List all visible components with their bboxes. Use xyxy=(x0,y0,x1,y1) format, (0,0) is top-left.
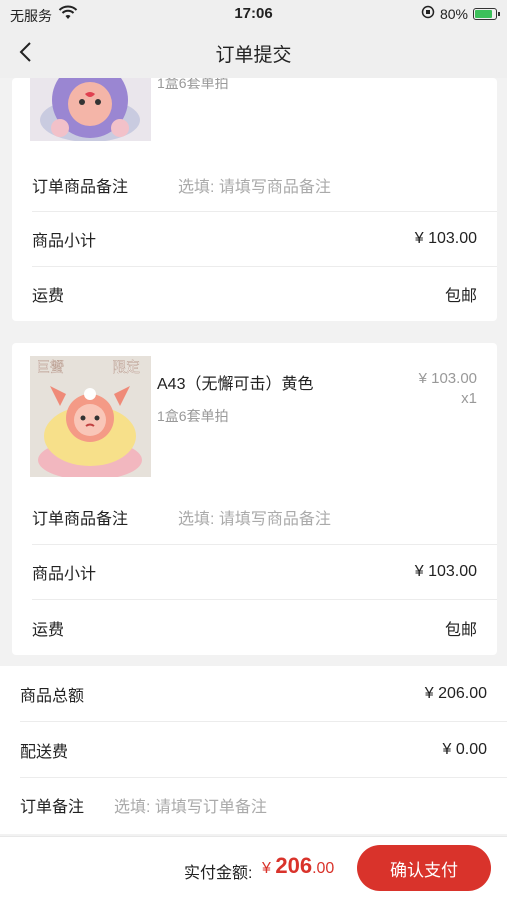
subtotal-label: 商品小计 xyxy=(32,232,97,250)
product-image[interactable]: 巨蟹 限定 xyxy=(30,356,151,477)
shipping-row: 运费 包邮 xyxy=(12,266,497,321)
product-name: A43（无懈可击）黄色 xyxy=(157,376,314,393)
product-note-input[interactable]: 选填: 请填写商品备注 xyxy=(178,505,331,529)
delivery-row: 配送费 ¥ 0.00 xyxy=(0,722,507,777)
subtotal-value: ¥ 103.00 xyxy=(414,562,477,580)
pay-amount-decimal: .00 xyxy=(312,860,335,877)
nav-bar: 订单提交 xyxy=(0,28,507,78)
order-summary: 商品总额 ¥ 206.00 配送费 ¥ 0.00 订单备注 选填: 请填写订单备… xyxy=(0,666,507,834)
status-bar: 无服务 17:06 80% xyxy=(0,0,507,28)
page-title: 订单提交 xyxy=(215,45,292,66)
subtotal-label: 商品小计 xyxy=(32,565,97,583)
product-note-label: 订单商品备注 xyxy=(32,510,129,528)
orientation-lock-icon xyxy=(421,5,435,22)
pay-currency: ¥ xyxy=(262,860,271,877)
shipping-value: 包邮 xyxy=(444,287,477,305)
total-row: 商品总额 ¥ 206.00 xyxy=(0,666,507,721)
image-text-left: 巨蟹 xyxy=(36,360,64,376)
product-price: ¥ 103.00 xyxy=(418,370,477,387)
shipping-row: 运费 包邮 xyxy=(12,600,497,655)
product-image[interactable] xyxy=(30,78,151,141)
product-note-row[interactable]: 订单商品备注 选填: 请填写商品备注 xyxy=(12,157,497,212)
product-note-row[interactable]: 订单商品备注 选填: 请填写商品备注 xyxy=(12,489,497,544)
total-value: ¥ 206.00 xyxy=(424,684,487,702)
confirm-pay-button[interactable]: 确认支付 xyxy=(357,845,491,891)
order-remark-row[interactable]: 订单备注 选填: 请填写订单备注 xyxy=(0,777,507,832)
product-card-2: 巨蟹 限定 A43（无懈可击）黄色 1盒6套单拍 ¥ 103.00 x1 订单商… xyxy=(12,343,497,655)
pay-amount: ¥ 206.00 xyxy=(262,853,334,879)
subtotal-row: 商品小计 ¥ 103.00 xyxy=(12,544,497,599)
product-note-input[interactable]: 选填: 请填写商品备注 xyxy=(178,173,331,197)
product-spec: 1盒6套单拍 xyxy=(157,408,229,424)
delivery-value: ¥ 0.00 xyxy=(442,740,487,758)
shipping-label: 运费 xyxy=(32,287,65,305)
checkout-bar: 实付金额: ¥ 206.00 确认支付 xyxy=(0,836,507,900)
shipping-label: 运费 xyxy=(32,621,65,639)
subtotal-row: 商品小计 ¥ 103.00 xyxy=(12,211,497,266)
product-card-1: 1盒6套单拍 订单商品备注 选填: 请填写商品备注 商品小计 ¥ 103.00 … xyxy=(12,78,497,321)
order-remark-input[interactable]: 选填: 请填写订单备注 xyxy=(114,793,267,817)
subtotal-value: ¥ 103.00 xyxy=(414,229,477,247)
delivery-label: 配送费 xyxy=(20,743,69,761)
product-note-label: 订单商品备注 xyxy=(32,178,129,196)
order-remark-label: 订单备注 xyxy=(20,798,85,816)
battery-icon xyxy=(473,7,500,20)
product-spec: 1盒6套单拍 xyxy=(157,78,229,91)
total-label: 商品总额 xyxy=(20,687,85,705)
pay-amount-label: 实付金额: xyxy=(184,865,253,882)
shipping-value: 包邮 xyxy=(444,621,477,639)
pay-amount-integer: 206 xyxy=(275,853,313,878)
image-text-right: 限定 xyxy=(112,360,140,376)
product-quantity: x1 xyxy=(461,390,477,407)
battery-percent: 80% xyxy=(439,5,468,22)
